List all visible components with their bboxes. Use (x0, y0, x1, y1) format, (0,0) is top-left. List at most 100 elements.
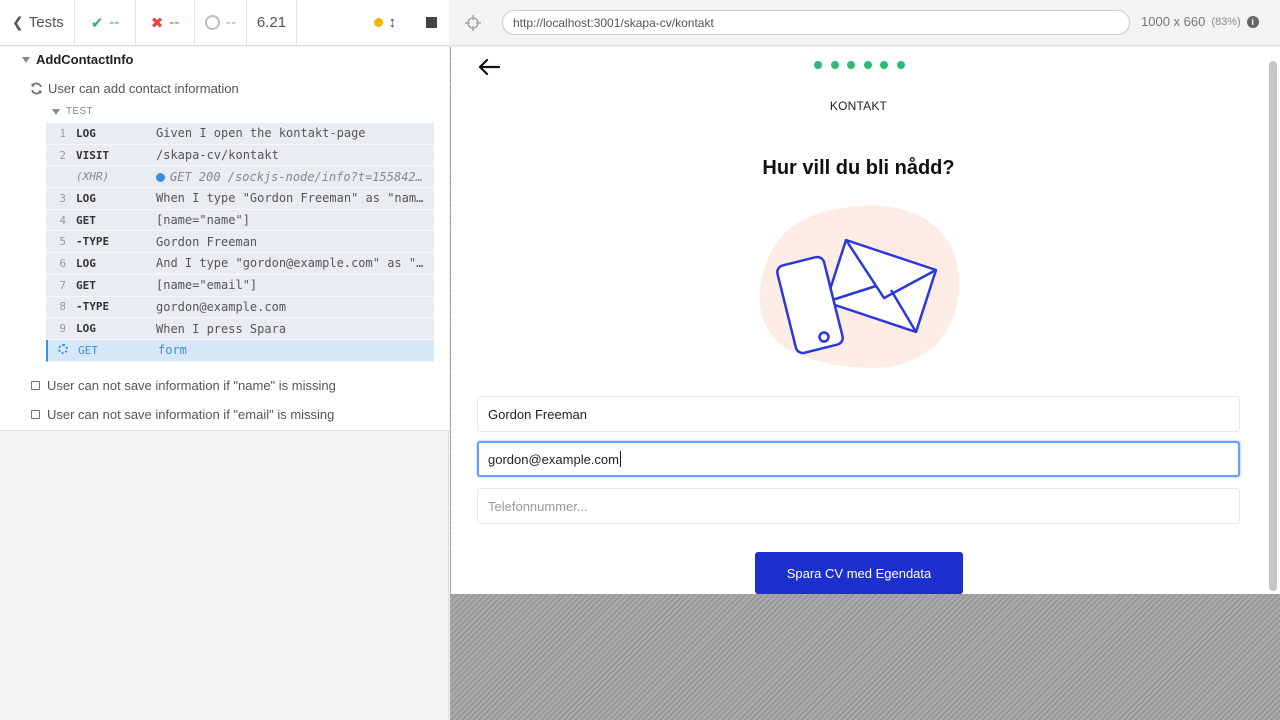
command-number: 2 (59, 148, 66, 162)
xhr-status-dot-icon (156, 172, 165, 182)
command-message: GET 200 /sockjs-node/info?t=1558428... (170, 169, 434, 184)
pending-ring-icon (205, 15, 220, 30)
command-row[interactable]: 8 -TYPE gordon@example.com (46, 296, 434, 319)
command-name: GET (76, 213, 96, 227)
command-name: LOG (76, 256, 96, 270)
command-message: [name="email"] (156, 278, 258, 293)
caret-down-icon (22, 56, 30, 63)
crosshair-icon (465, 14, 481, 31)
name-field[interactable]: Gordon Freeman (477, 396, 1240, 432)
pending-test-row[interactable]: User can not save information if "email"… (31, 407, 334, 422)
command-message: [name="name"] (156, 213, 250, 228)
command-row[interactable]: 7 GET [name="email"] (46, 274, 434, 297)
tests-label: Tests (28, 14, 64, 31)
url-bar[interactable]: http://localhost:3001/skapa-cv/kontakt (502, 10, 1130, 35)
command-message: Given I open the kontakt-page (156, 126, 366, 141)
command-row-xhr[interactable]: (XHR) GET 200 /sockjs-node/info?t=155842… (46, 166, 434, 189)
command-name: VISIT (76, 148, 110, 162)
command-number: 1 (59, 126, 66, 140)
command-message: form (158, 343, 187, 358)
command-name: -TYPE (76, 300, 110, 314)
test-section-toggle[interactable]: TEST (52, 106, 93, 117)
step-dot (830, 61, 839, 69)
step-dot (880, 61, 888, 69)
aut-header: http://localhost:3001/skapa-cv/kontakt 1… (450, 0, 1280, 46)
command-log: 1 LOG Given I open the kontakt-page 2 VI… (46, 123, 434, 362)
back-arrow-icon[interactable] (477, 57, 501, 77)
refresh-icon (31, 82, 42, 95)
caret-down-icon (52, 108, 60, 115)
email-field[interactable]: gordon@example.com (477, 441, 1240, 477)
page-heading: Hur vill du bli nådd? (762, 157, 955, 179)
command-name: -TYPE (76, 235, 110, 249)
pending-checkbox-icon (31, 381, 40, 390)
viewport-size: 1000 x 660 (1141, 14, 1206, 29)
suite-row[interactable]: AddContactInfo (22, 52, 133, 67)
command-name: LOG (76, 191, 96, 205)
reporter-body: AddContactInfo User can add contact info… (0, 47, 449, 431)
step-dot (814, 61, 822, 69)
command-message: gordon@example.com (156, 299, 287, 314)
command-message: /skapa-cv/kontakt (156, 148, 279, 163)
selector-playground-button[interactable] (450, 0, 496, 46)
pending-test-title: User can not save information if "email"… (47, 407, 335, 422)
step-dot (847, 61, 855, 69)
viewport-info[interactable]: 1000 x 660 (83%) i (1141, 14, 1259, 29)
contact-illustration (759, 205, 960, 369)
command-number: 8 (59, 300, 66, 314)
command-spinner (48, 343, 72, 357)
command-name: (XHR) (76, 170, 110, 184)
test-section-label: TEST (66, 106, 93, 117)
test-reporter-panel: ❮ Tests ✔ -- ✖ -- -- 6.21 ↕ AddContactIn… (0, 0, 449, 720)
command-number: 6 (59, 256, 66, 270)
auto-scroll-toggle-icon[interactable]: ↕ (389, 14, 397, 31)
scrollbar[interactable] (1269, 61, 1277, 591)
command-row[interactable]: 4 GET [name="name"] (46, 209, 434, 232)
step-dot (863, 61, 872, 69)
running-status-dot-icon (373, 18, 383, 27)
failed-value: -- (169, 14, 180, 31)
failed-count: ✖ -- (136, 0, 195, 45)
check-icon: ✔ (90, 14, 104, 32)
pending-test-row[interactable]: User can not save information if "name" … (31, 378, 336, 393)
text-cursor (619, 451, 621, 467)
command-number: 5 (59, 235, 66, 249)
phone-field[interactable]: Telefonnummer... (477, 488, 1240, 524)
active-test-title: User can add contact information (48, 81, 239, 96)
command-row[interactable]: 2 VISIT /skapa-cv/kontakt (46, 144, 434, 167)
command-name: LOG (76, 322, 96, 336)
step-dot (896, 61, 905, 69)
command-name: LOG (76, 126, 96, 140)
command-row-active[interactable]: GET form (46, 339, 434, 362)
suite-title: AddContactInfo (36, 52, 134, 67)
cross-icon: ✖ (150, 14, 164, 32)
command-row[interactable]: 3 LOG When I type "Gordon Freeman" as "n… (46, 188, 434, 210)
pending-test-title: User can not save information if "name" … (47, 378, 336, 393)
active-test-row[interactable]: User can add contact information (30, 81, 239, 96)
command-row[interactable]: 1 LOG Given I open the kontakt-page (46, 123, 434, 145)
command-message: Gordon Freeman (156, 234, 258, 249)
command-row[interactable]: 5 -TYPE Gordon Freeman (46, 231, 434, 254)
stop-button[interactable] (426, 17, 437, 28)
command-message-wrapper: GET 200 /sockjs-node/info?t=1558428... (156, 170, 434, 184)
command-row[interactable]: 6 LOG And I type "gordon@example.com" as… (46, 253, 434, 275)
command-number: 7 (59, 278, 66, 292)
command-name: GET (78, 343, 98, 357)
command-message: And I type "gordon@example.com" as "... (156, 256, 434, 271)
command-message: When I type "Gordon Freeman" as "nam... (156, 191, 434, 206)
command-name: GET (76, 278, 96, 292)
command-message: When I press Spara (156, 321, 287, 336)
viewport-scale: (83%) (1211, 15, 1241, 28)
command-number: 3 (59, 191, 66, 205)
save-cv-button[interactable]: Spara CV med Egendata (755, 552, 963, 594)
tests-back-button[interactable]: ❮ Tests (0, 0, 75, 45)
command-number: 9 (59, 322, 66, 336)
spinner-icon (58, 343, 68, 354)
progress-steps (814, 61, 905, 69)
chevron-left-icon: ❮ (12, 14, 24, 30)
command-row[interactable]: 9 LOG When I press Spara (46, 318, 434, 340)
reporter-header: ❮ Tests ✔ -- ✖ -- -- 6.21 ↕ (0, 0, 449, 46)
app-under-test-frame: KONTAKT Hur vill du bli nådd? Gordon Fre… (451, 47, 1280, 594)
command-number: 4 (59, 213, 66, 227)
passed-value: -- (109, 14, 120, 31)
